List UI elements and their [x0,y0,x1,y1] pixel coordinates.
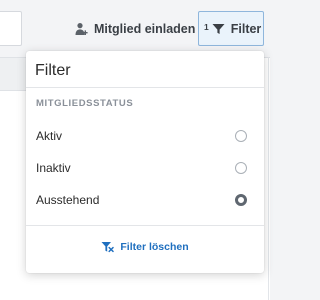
filter-popover: Filter MITGLIEDSSTATUS Aktiv Inaktiv Aus… [26,51,264,273]
clear-filter-button[interactable]: Filter löschen [26,235,264,259]
filter-count-badge: 1 [204,22,209,32]
radio-button[interactable] [235,162,247,174]
status-option-label: Ausstehend [36,193,100,207]
filter-button[interactable]: 1 Filter [198,11,264,46]
divider [268,57,269,300]
search-input[interactable] [0,11,22,46]
status-option-aktiv[interactable]: Aktiv [26,122,264,150]
member-status-section-label: MITGLIEDSSTATUS [36,98,134,109]
filter-button-label: Filter [230,21,262,36]
invite-member-button[interactable]: Mitglied einladen [69,14,201,44]
footer-divider [26,225,264,226]
status-option-label: Aktiv [36,129,63,143]
page: Mitglied einladen 1 Filter Filter MITGLI… [0,0,281,300]
clear-filter-label: Filter löschen [120,241,189,253]
status-option-label: Inaktiv [36,161,71,175]
funnel-clear-icon [101,241,115,253]
status-option-ausstehend[interactable]: Ausstehend [26,186,264,214]
add-person-icon [75,22,88,36]
list-header [0,58,26,91]
filter-panel-title: Filter [35,62,71,79]
invite-member-label: Mitglied einladen [94,22,196,36]
radio-button-selected[interactable] [235,194,247,206]
title-divider [26,87,264,88]
funnel-icon [212,23,225,35]
radio-button[interactable] [235,130,247,142]
status-option-inaktiv[interactable]: Inaktiv [26,154,264,182]
